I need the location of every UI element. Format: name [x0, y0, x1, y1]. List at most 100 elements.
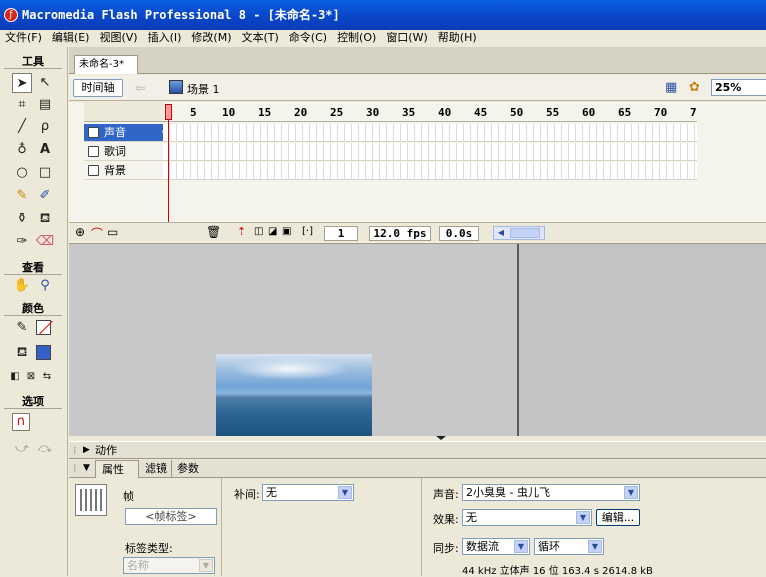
layer-name: 歌词	[104, 145, 126, 158]
flash-app-icon[interactable]: ƒ	[4, 8, 18, 22]
menu-modify[interactable]: 修改(M)	[186, 30, 236, 46]
loop-select[interactable]: 循环 ▼	[534, 538, 604, 555]
playhead[interactable]	[165, 102, 172, 222]
frames-area[interactable]: 1 5 10 15 20 25 30 35 40 45 50 55 60 65 …	[163, 102, 697, 222]
zoom-select[interactable]: 25%	[711, 79, 766, 96]
tween-value: 无	[266, 486, 277, 499]
fps-field[interactable]: 12.0 fps	[369, 226, 431, 241]
add-layer-icon[interactable]: ⊕	[75, 225, 85, 239]
tween-select[interactable]: 无 ▼	[262, 484, 354, 501]
frame-number: 15	[258, 106, 272, 119]
straighten-option-icon[interactable]: ⤼	[35, 439, 55, 459]
current-frame-field: 1	[324, 226, 358, 241]
label-type-value: 名称	[127, 559, 149, 572]
subselection-tool-icon[interactable]: ↖	[35, 73, 55, 93]
document-tab[interactable]: 未命名-3*	[74, 55, 138, 74]
back-arrow-icon[interactable]: ⇦	[135, 80, 151, 96]
edit-multiple-frames-icon[interactable]: ▣	[282, 226, 291, 237]
fill-color-swatch[interactable]	[36, 345, 51, 360]
frame-row-sound[interactable]	[163, 124, 697, 142]
layer-icon	[88, 127, 99, 138]
onion-skin-icon[interactable]: ◫	[254, 226, 263, 237]
edit-sound-button[interactable]: 编辑...	[596, 509, 640, 526]
no-color-icon[interactable]: ⊠	[24, 367, 38, 387]
expand-arrow-icon[interactable]: ▶	[83, 442, 90, 459]
add-motion-guide-icon[interactable]: ⌒	[91, 225, 103, 242]
effect-value: 无	[466, 511, 477, 524]
scroll-left-icon[interactable]: ◀	[495, 227, 507, 239]
scroll-thumb[interactable]	[510, 228, 540, 238]
pen-tool-icon[interactable]: ♁	[12, 140, 32, 160]
frame-row-background[interactable]	[163, 162, 697, 180]
grip-icon: ⁞	[73, 444, 77, 457]
menu-edit[interactable]: 编辑(E)	[47, 30, 95, 46]
frame-number: 10	[222, 106, 236, 119]
frame-row-lyrics[interactable]	[163, 143, 697, 161]
layer-name: 背景	[104, 164, 126, 177]
rectangle-tool-icon[interactable]: □	[35, 163, 55, 183]
menu-control[interactable]: 控制(O)	[332, 30, 381, 46]
timeline-toggle-button[interactable]: 时间轴	[73, 79, 123, 97]
edit-symbols-icon[interactable]: ✿	[689, 80, 707, 96]
pencil-tool-icon[interactable]: ✎	[12, 186, 32, 206]
text-tool-icon[interactable]: A	[35, 140, 55, 160]
menu-view[interactable]: 视图(V)	[94, 30, 142, 46]
tab-filters[interactable]: 滤镜	[141, 460, 172, 477]
stroke-color-icon[interactable]: ✎	[12, 318, 32, 338]
menu-help[interactable]: 帮助(H)	[433, 30, 482, 46]
delete-layer-icon[interactable]: 🗑	[206, 225, 221, 239]
hand-tool-icon[interactable]: ✋	[12, 276, 32, 296]
stroke-color-swatch[interactable]	[36, 320, 53, 335]
menu-file[interactable]: 文件(F)	[0, 30, 47, 46]
edit-scene-icon[interactable]: ▦	[665, 80, 683, 96]
black-white-icon[interactable]: ◧	[8, 367, 22, 387]
free-transform-tool-icon[interactable]: ⌗	[12, 95, 32, 115]
sync-value: 数据流	[466, 540, 499, 553]
effect-select[interactable]: 无 ▼	[462, 509, 592, 526]
collapse-arrow-icon[interactable]: ▼	[83, 460, 90, 477]
swap-colors-icon[interactable]: ⇆	[40, 367, 54, 387]
view-header: 查看	[4, 261, 62, 275]
fill-color-icon[interactable]: ⛾	[12, 343, 32, 363]
modify-onion-markers-icon[interactable]: [·]	[302, 226, 313, 237]
label-type-select[interactable]: 名称 ▼	[123, 557, 215, 574]
menu-commands[interactable]: 命令(C)	[284, 30, 332, 46]
center-frame-icon[interactable]: ⇡	[237, 225, 246, 238]
frame-type-icon	[75, 484, 107, 516]
smooth-option-icon[interactable]: ⤻	[12, 439, 32, 459]
window-title: Macromedia Flash Professional 8 - [未命名-3…	[22, 8, 340, 22]
properties-tab-bar: ⁞ ▼ 属性 滤镜 参数	[69, 460, 766, 478]
edit-bar: 时间轴 ⇦ 场景 1 ▦ ✿ 25%	[69, 75, 766, 101]
ink-bottle-tool-icon[interactable]: ⚱	[12, 209, 32, 229]
onion-outlines-icon[interactable]: ◪	[268, 226, 277, 237]
selection-tool-icon[interactable]: ➤	[12, 73, 32, 93]
window-title-bar: Macromedia Flash Professional 8 - [未命名-3…	[0, 0, 766, 30]
snap-magnet-icon[interactable]: ∩	[12, 413, 30, 431]
fill-transform-tool-icon[interactable]: ▤	[35, 95, 55, 115]
frame-number: 7	[690, 106, 697, 119]
loop-value: 循环	[538, 540, 560, 553]
actions-panel-bar[interactable]: ⁞ ▶ 动作	[69, 441, 766, 459]
tab-parameters[interactable]: 参数	[173, 460, 203, 477]
menu-text[interactable]: 文本(T)	[236, 30, 283, 46]
sound-info: 44 kHz 立体声 16 位 163.4 s 2614.8 kB	[462, 566, 653, 577]
frame-label-input[interactable]: <帧标签>	[125, 508, 217, 525]
menu-window[interactable]: 窗口(W)	[381, 30, 432, 46]
frame-number: 45	[474, 106, 488, 119]
lasso-tool-icon[interactable]: ρ	[35, 117, 55, 137]
eraser-tool-icon[interactable]: ⌫	[35, 232, 55, 252]
zoom-tool-icon[interactable]: ⚲	[35, 276, 55, 296]
paint-bucket-tool-icon[interactable]: ⛾	[35, 209, 55, 229]
add-folder-icon[interactable]: ▭	[107, 225, 118, 239]
brush-tool-icon[interactable]: ✐	[35, 186, 55, 206]
sync-select[interactable]: 数据流 ▼	[462, 538, 530, 555]
line-tool-icon[interactable]: ╱	[12, 117, 32, 137]
menu-insert[interactable]: 插入(I)	[143, 30, 187, 46]
oval-tool-icon[interactable]: ○	[12, 163, 32, 183]
sound-select[interactable]: 2小臭臭 - 虫儿飞 ▼	[462, 484, 640, 501]
tab-properties[interactable]: 属性	[95, 460, 139, 478]
frame-number: 65	[618, 106, 632, 119]
eyedropper-tool-icon[interactable]: ✑	[12, 232, 32, 252]
timeline-scrollbar[interactable]: ◀	[493, 226, 545, 240]
chevron-down-icon: ▼	[514, 540, 528, 553]
